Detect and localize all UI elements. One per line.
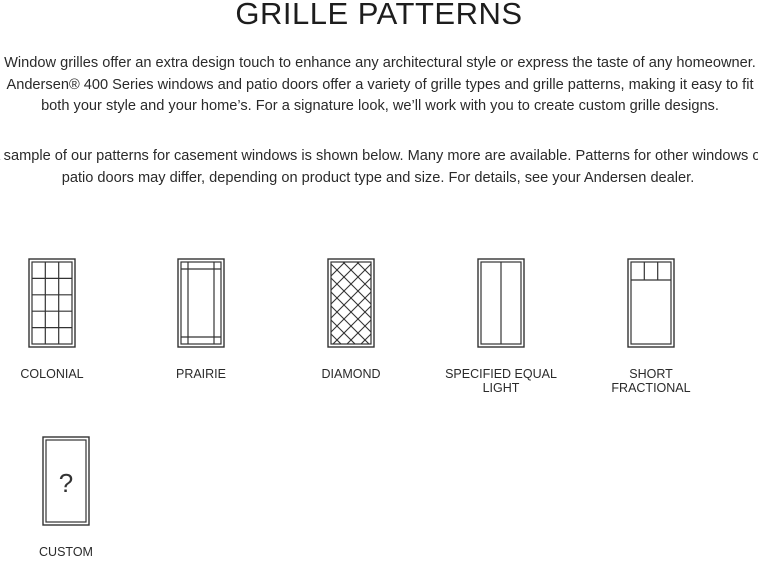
pattern-label: CUSTOM bbox=[39, 545, 93, 559]
pattern-short-fractional[interactable]: SHORT FRACTIONAL bbox=[587, 258, 715, 398]
prairie-grille-icon bbox=[177, 258, 225, 348]
pattern-diamond[interactable]: DIAMOND bbox=[287, 258, 415, 384]
pattern-label: SPECIFIED EQUAL LIGHT bbox=[445, 367, 557, 395]
pattern-specified-equal-light[interactable]: SPECIFIED EQUAL LIGHT bbox=[437, 258, 565, 398]
custom-grille-icon: ? bbox=[42, 436, 90, 526]
custom-question-glyph: ? bbox=[59, 468, 73, 498]
page-title: GRILLE PATTERNS bbox=[235, 0, 523, 31]
sample-paragraph: A sample of our patterns for casement wi… bbox=[0, 148, 758, 186]
pattern-label: PRAIRIE bbox=[175, 367, 226, 381]
pattern-label: SHORT FRACTIONAL bbox=[611, 367, 691, 395]
short-fractional-grille-icon bbox=[627, 258, 675, 348]
intro-paragraph: Window grilles offer an extra design tou… bbox=[4, 55, 756, 114]
pattern-custom[interactable]: ? CUSTOM bbox=[2, 436, 130, 562]
pattern-label: COLONIAL bbox=[20, 367, 84, 381]
pattern-colonial[interactable]: COLONIAL bbox=[0, 258, 116, 384]
colonial-grille-icon bbox=[28, 258, 76, 348]
diamond-grille-icon bbox=[327, 258, 375, 348]
pattern-label: DIAMOND bbox=[321, 367, 381, 381]
specified-equal-light-grille-icon bbox=[477, 258, 525, 348]
pattern-prairie[interactable]: PRAIRIE bbox=[137, 258, 265, 384]
